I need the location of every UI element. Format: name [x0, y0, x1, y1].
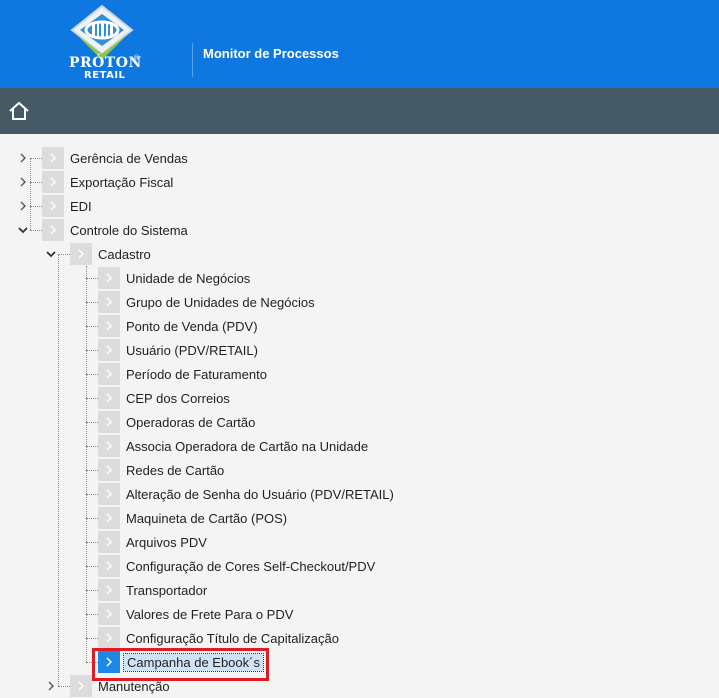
tree-item-cadastro-child[interactable]: Associa Operadora de Cartão na Unidade: [98, 434, 368, 458]
tree-node-label: CEP dos Correios: [126, 390, 230, 406]
tree-item-cadastro-child[interactable]: Arquivos PDV: [98, 530, 207, 554]
tree-connector: [86, 302, 98, 303]
tree-node-label: Maquineta de Cartão (POS): [126, 510, 288, 526]
tree-node-icon: [98, 459, 120, 481]
expand-toggle-icon[interactable]: [44, 679, 58, 693]
tree-connector: [86, 590, 98, 591]
tree-node-icon: [98, 555, 120, 577]
tree-item-cadastro-child[interactable]: Redes de Cartão: [98, 458, 224, 482]
tree-vertical-connector: [30, 158, 31, 230]
tree-connector: [86, 494, 98, 495]
collapse-toggle-icon[interactable]: [44, 247, 58, 261]
tree-item-cadastro-child[interactable]: Unidade de Negócios: [98, 266, 250, 290]
tree-node-label: Alteração de Senha do Usuário (PDV/RETAI…: [126, 486, 394, 502]
tree-connector: [30, 206, 42, 207]
tree-item-cadastro-child[interactable]: Operadoras de Cartão: [98, 410, 255, 434]
tree-node-icon: [98, 411, 120, 433]
tree-connector: [86, 350, 98, 351]
tree-node-icon: [42, 219, 64, 241]
tree-node-label: Exportação Fiscal: [70, 174, 174, 190]
collapse-toggle-icon[interactable]: [16, 223, 30, 237]
tree-item-root-3[interactable]: Controle do Sistema: [42, 218, 188, 242]
tree-node-icon: [98, 507, 120, 529]
tree-node-icon: [98, 387, 120, 409]
tree-connector: [30, 182, 42, 183]
tree-item-cadastro-child[interactable]: Grupo de Unidades de Negócios: [98, 290, 315, 314]
tree-node-label: Redes de Cartão: [126, 462, 225, 478]
tree-node-label: Grupo de Unidades de Negócios: [126, 294, 315, 310]
tree-connector: [30, 230, 42, 231]
tree-item-cadastro[interactable]: Cadastro: [70, 242, 151, 266]
tree-node-label: Configuração Título de Capitalização: [126, 630, 339, 646]
tree-item-root-0[interactable]: Gerência de Vendas: [42, 146, 188, 170]
navigation-tree: Gerência de Vendas Exportação Fiscal EDI Co…: [0, 0, 719, 698]
tree-item-root-1[interactable]: Exportação Fiscal: [42, 170, 173, 194]
tree-node-label: EDI: [70, 198, 92, 214]
expand-toggle-icon[interactable]: [16, 199, 30, 213]
tree-node-label: Controle do Sistema: [70, 222, 188, 238]
tree-node-label: Associa Operadora de Cartão na Unidade: [126, 438, 369, 454]
tree-node-label: Período de Faturamento: [126, 366, 267, 382]
tree-item-cadastro-child[interactable]: Configuração de Cores Self-Checkout/PDV: [98, 554, 375, 578]
tree-node-label: Ponto de Venda (PDV): [126, 318, 258, 334]
tree-node-icon: [70, 675, 92, 697]
tree-node-label: Arquivos PDV: [126, 534, 207, 550]
tree-node-icon: [70, 243, 92, 265]
tree-node-icon: [98, 339, 120, 361]
tree-connector: [86, 614, 98, 615]
tree-connector: [58, 686, 70, 687]
tree-connector: [86, 638, 98, 639]
tree-connector: [86, 446, 98, 447]
tree-node-label: Unidade de Negócios: [126, 270, 251, 286]
tree-node-icon: [42, 171, 64, 193]
tree-connector: [86, 542, 98, 543]
tree-node-icon: [98, 531, 120, 553]
tree-node-icon: [42, 195, 64, 217]
tree-node-label: Configuração de Cores Self-Checkout/PDV: [126, 558, 376, 574]
tree-item-cadastro-child[interactable]: Período de Faturamento: [98, 362, 267, 386]
tree-node-icon: [42, 147, 64, 169]
tree-node-label: Transportador: [126, 582, 208, 598]
tree-connector: [86, 374, 98, 375]
expand-toggle-icon[interactable]: [16, 175, 30, 189]
tree-connector: [86, 278, 98, 279]
tree-node-label: Valores de Frete Para o PDV: [126, 606, 294, 622]
tree-connector: [30, 158, 42, 159]
tree-connector: [86, 566, 98, 567]
tree-node-label: Operadoras de Cartão: [126, 414, 256, 430]
expand-toggle-icon[interactable]: [16, 151, 30, 165]
tree-connector: [86, 422, 98, 423]
tree-node-icon: [98, 579, 120, 601]
tree-vertical-connector: [58, 254, 59, 686]
tree-node-label: Usuário (PDV/RETAIL): [126, 342, 258, 358]
tree-node-label: Gerência de Vendas: [70, 150, 188, 166]
tree-node-icon: [98, 315, 120, 337]
tree-item-cadastro-child[interactable]: CEP dos Correios: [98, 386, 230, 410]
tree-node-icon: [98, 627, 120, 649]
selection-highlight-box: [92, 648, 269, 681]
tree-connector: [86, 470, 98, 471]
tree-connector: [58, 254, 70, 255]
tree-item-cadastro-child[interactable]: Alteração de Senha do Usuário (PDV/RETAI…: [98, 482, 394, 506]
tree-item-cadastro-child[interactable]: Usuário (PDV/RETAIL): [98, 338, 258, 362]
tree-connector: [86, 398, 98, 399]
tree-node-icon: [98, 603, 120, 625]
tree-item-cadastro-child[interactable]: Configuração Título de Capitalização: [98, 626, 339, 650]
tree-node-label: Cadastro: [98, 246, 151, 262]
tree-item-cadastro-child[interactable]: Transportador: [98, 578, 207, 602]
tree-vertical-connector: [86, 266, 87, 662]
tree-node-icon: [98, 291, 120, 313]
tree-item-cadastro-child[interactable]: Valores de Frete Para o PDV: [98, 602, 293, 626]
tree-item-cadastro-child[interactable]: Maquineta de Cartão (POS): [98, 506, 287, 530]
tree-connector: [86, 326, 98, 327]
tree-node-icon: [98, 435, 120, 457]
tree-node-icon: [98, 483, 120, 505]
tree-connector: [86, 518, 98, 519]
tree-node-icon: [98, 267, 120, 289]
tree-item-cadastro-child[interactable]: Ponto de Venda (PDV): [98, 314, 258, 338]
tree-node-icon: [98, 363, 120, 385]
tree-item-root-2[interactable]: EDI: [42, 194, 92, 218]
